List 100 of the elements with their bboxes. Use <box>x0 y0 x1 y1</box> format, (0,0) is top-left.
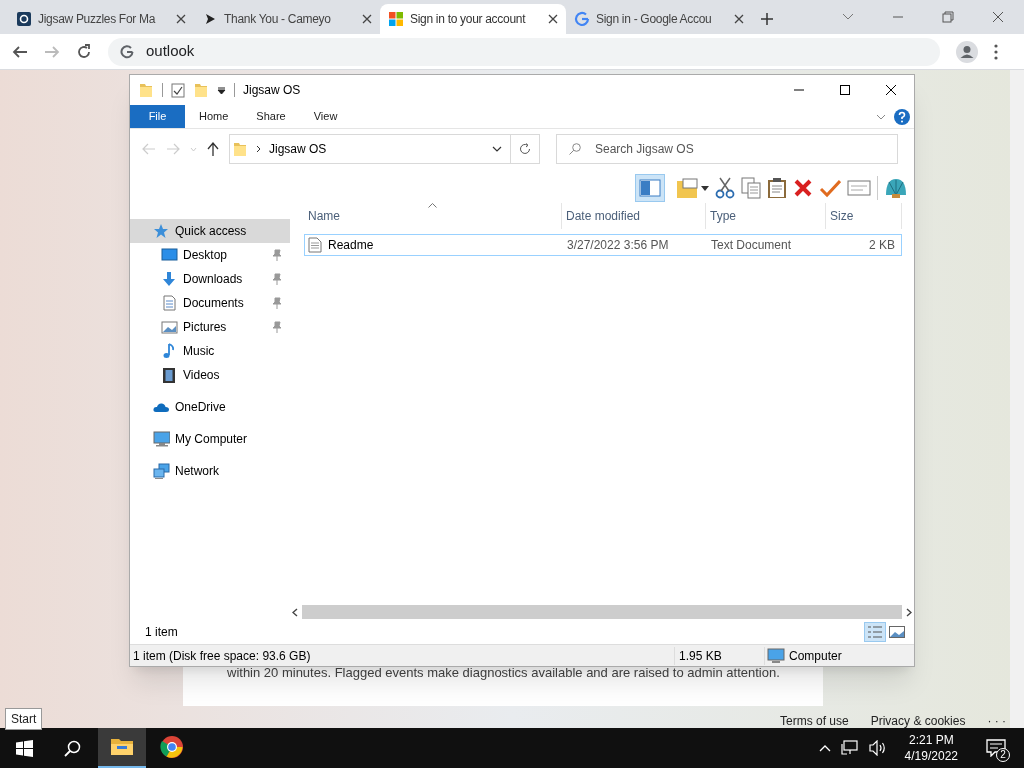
network-icon[interactable] <box>840 740 859 756</box>
profile-icon[interactable] <box>956 40 978 63</box>
help-icon[interactable] <box>894 108 910 125</box>
nav-item[interactable]: Network <box>130 459 290 483</box>
close-icon[interactable] <box>992 11 1004 23</box>
delete-icon[interactable] <box>793 178 813 198</box>
nav-item[interactable]: Videos <box>130 363 290 387</box>
browser-tab[interactable]: Sign in to your account <box>380 4 566 34</box>
notification-button[interactable]: 2 <box>976 728 1016 768</box>
folder-icon <box>138 82 154 98</box>
chevron-right-icon <box>906 607 912 617</box>
reload-icon[interactable] <box>76 43 92 60</box>
address-bar[interactable]: outlook <box>108 37 940 66</box>
dropdown-arrow-icon[interactable] <box>217 85 226 95</box>
sort-up-icon <box>428 203 437 208</box>
pin-icon <box>272 321 282 333</box>
search-icon <box>569 143 581 155</box>
footer-link[interactable]: · · · <box>987 712 1007 730</box>
status-text: 1 item (Disk free space: 93.6 GB) <box>132 647 312 665</box>
close-icon <box>886 85 896 95</box>
windows-logo-icon <box>15 739 33 757</box>
column-header[interactable]: Name <box>304 203 562 229</box>
chevron-right-icon <box>256 145 261 153</box>
path-text: Jigsaw OS <box>269 141 328 158</box>
monitor-icon <box>153 431 170 447</box>
document-icon <box>161 295 178 311</box>
status-text: 1.95 KB <box>674 646 764 665</box>
nav-item[interactable]: Desktop <box>130 243 290 267</box>
preview-pane-button[interactable] <box>635 174 665 202</box>
nav-item[interactable]: Music <box>130 339 290 363</box>
chrome-logo-icon <box>160 735 184 759</box>
folder-icon <box>232 141 248 157</box>
ribbon-tab[interactable]: Share <box>242 105 300 128</box>
pin-icon <box>272 249 282 261</box>
maximize-icon <box>840 85 850 95</box>
browser-tab[interactable]: Sign in - Google Accou <box>566 4 752 34</box>
clock[interactable]: 2:21 PM 4/19/2022 <box>896 732 966 764</box>
check-icon[interactable] <box>819 178 841 198</box>
scrollbar[interactable] <box>1010 70 1024 728</box>
body-text: within 20 minutes. Flagged events make diagnostics available and are raised to admin attention. <box>227 664 780 682</box>
taskbar-app[interactable] <box>98 728 146 768</box>
table-cell-text: Text Document <box>710 237 793 254</box>
table-cell-text: Readme <box>328 237 374 254</box>
horizontal-scrollbar[interactable] <box>292 604 912 620</box>
back-icon[interactable] <box>12 43 28 60</box>
properties-button[interactable] <box>675 177 709 199</box>
picture-icon <box>889 626 905 638</box>
nav-item[interactable]: Documents <box>130 291 290 315</box>
scissors-icon[interactable] <box>715 177 735 199</box>
browser-tab[interactable]: Jigsaw Puzzles For Ma <box>8 4 194 34</box>
checklist-icon[interactable] <box>171 82 185 98</box>
footer-link[interactable]: Terms of use <box>780 712 849 730</box>
plus-icon[interactable] <box>760 12 774 26</box>
column-header[interactable]: Size <box>826 203 902 229</box>
nav-item[interactable]: Downloads <box>130 267 290 291</box>
nav-item[interactable]: Pictures <box>130 315 290 339</box>
star-icon <box>153 223 170 239</box>
pane-icon <box>639 179 661 197</box>
details-icon <box>867 625 883 639</box>
browser-tab[interactable]: Thank You - Cameyo <box>194 4 380 34</box>
folder-note-icon <box>675 177 699 199</box>
g-logo-icon <box>574 11 590 27</box>
clipboard-icon[interactable] <box>767 177 787 199</box>
tooltip: Start <box>5 708 43 730</box>
refresh-button[interactable] <box>510 134 540 164</box>
table-cell-text: 3/27/2022 3:56 PM <box>566 237 670 254</box>
column-header[interactable]: Type <box>706 203 826 229</box>
pin-icon <box>272 297 282 309</box>
more-icon[interactable] <box>994 43 998 60</box>
address-field[interactable]: Jigsaw OS <box>229 134 511 164</box>
monitor-icon <box>161 247 178 263</box>
ribbon-tab[interactable]: Home <box>185 105 243 128</box>
monitor-icon <box>767 647 785 664</box>
notification-badge: 2 <box>996 748 1010 762</box>
file-row[interactable]: Readme 3/27/2022 3:56 PM Text Document 2 KB <box>304 234 902 256</box>
close-icon <box>734 14 744 24</box>
film-icon <box>161 367 178 383</box>
refresh-icon <box>519 143 531 155</box>
chevron-up-icon[interactable] <box>818 744 831 752</box>
copy-icon[interactable] <box>741 177 761 199</box>
shell-icon[interactable] <box>884 177 908 199</box>
nav-item[interactable]: OneDrive <box>130 395 290 419</box>
item-count: 1 item <box>145 624 179 641</box>
four-squares-icon <box>388 11 404 27</box>
search-field[interactable]: Search Jigsaw OS <box>556 134 898 164</box>
ribbon-tab[interactable]: View <box>299 105 352 128</box>
nav-item[interactable]: Quick access <box>130 219 290 243</box>
restore-icon[interactable] <box>942 11 954 23</box>
down-arrow-icon <box>161 271 178 287</box>
speaker-icon[interactable] <box>868 740 887 756</box>
close-icon <box>176 14 186 24</box>
column-header[interactable]: Date modified <box>562 203 706 229</box>
chevron-down-icon[interactable] <box>492 146 502 152</box>
nav-item[interactable]: My Computer <box>130 427 290 451</box>
table-cell-text: 2 KB <box>868 237 896 254</box>
g-logo-icon <box>120 44 134 59</box>
folder-icon <box>193 82 209 98</box>
dropdown-arrow-icon <box>701 185 709 191</box>
footer-link[interactable]: Privacy & cookies <box>870 712 966 730</box>
up-arrow-icon[interactable] <box>207 142 219 156</box>
